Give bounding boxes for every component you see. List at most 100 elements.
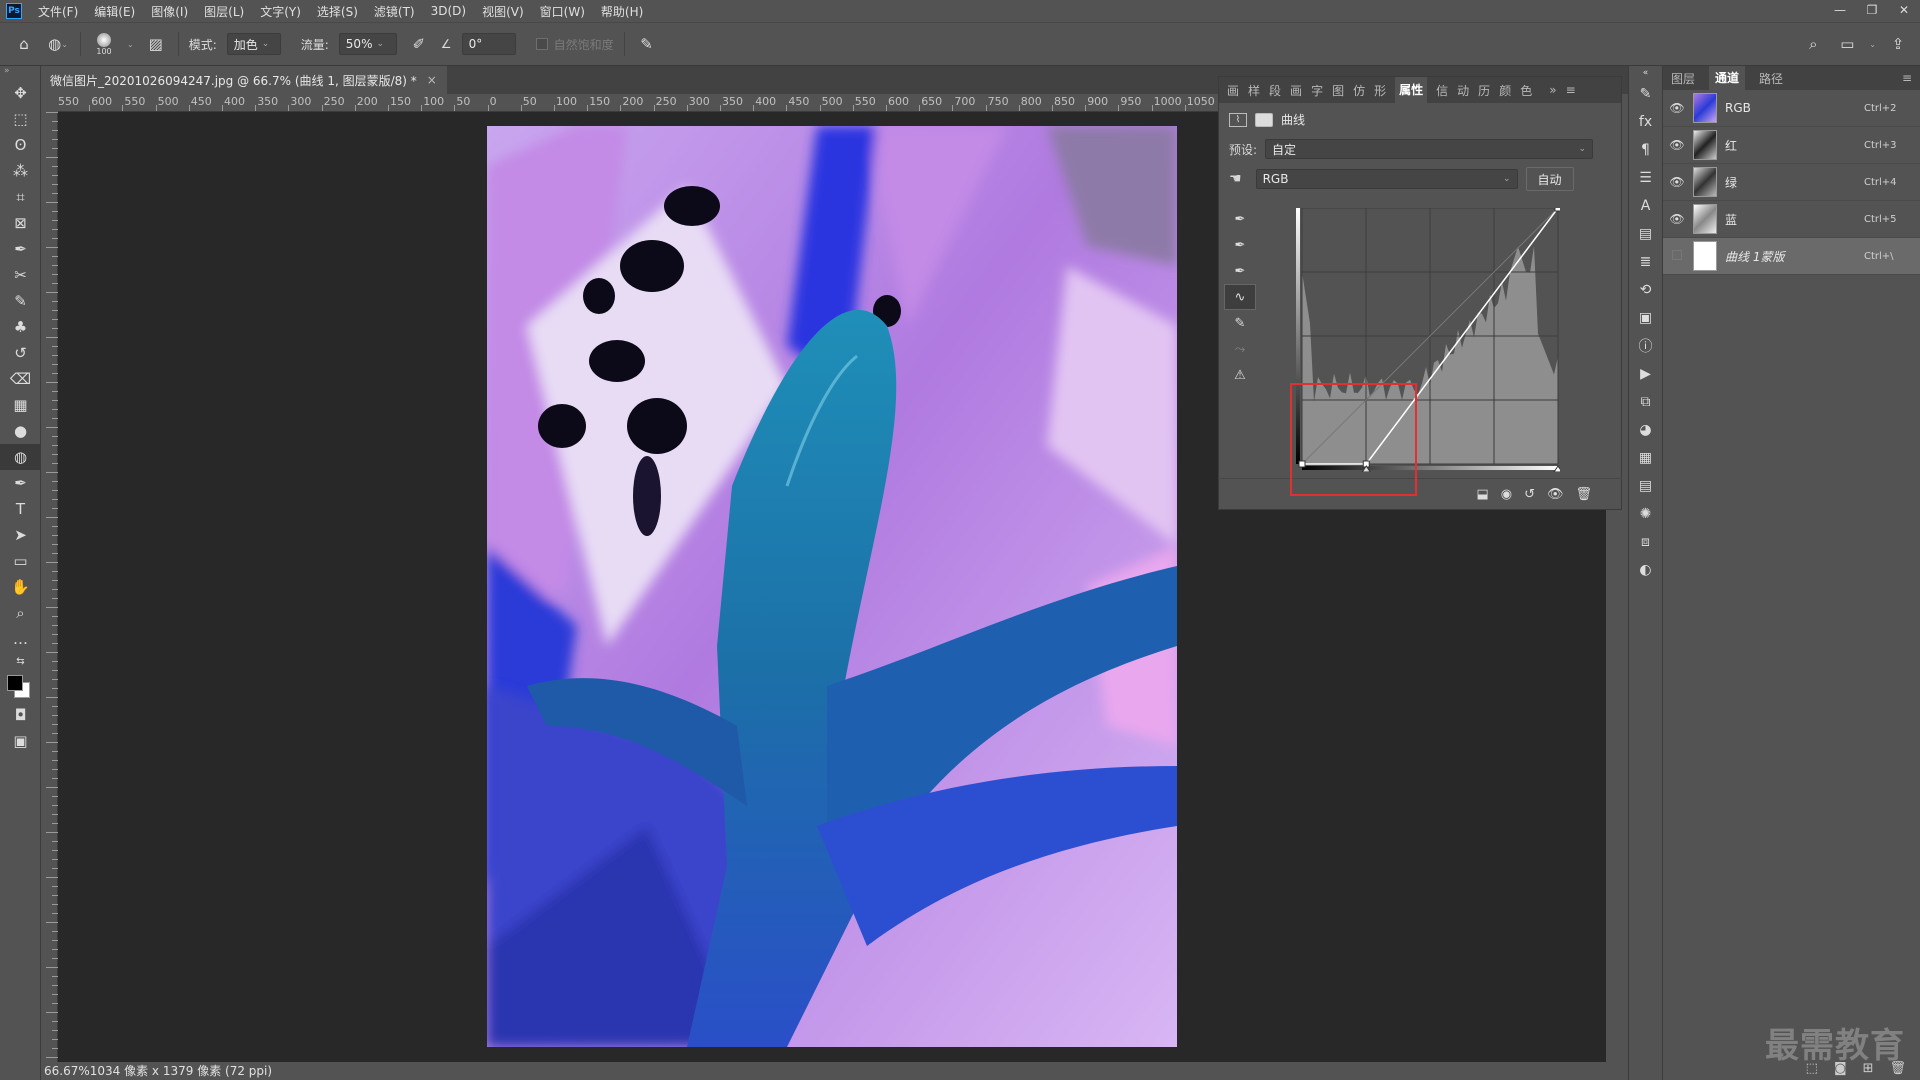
color-panel-icon[interactable]: ◕ bbox=[1629, 416, 1662, 444]
vibrance-checkbox[interactable]: 自然饱和度 bbox=[535, 36, 614, 53]
auto-button[interactable]: 自动 bbox=[1525, 167, 1574, 191]
flow-input[interactable]: 50% ⌄ bbox=[338, 33, 397, 55]
toggle-visibility-icon[interactable]: 👁 bbox=[1547, 487, 1564, 502]
gray-point-eyedropper-icon[interactable]: ✒ bbox=[1224, 232, 1256, 258]
edit-points-curve-icon[interactable]: ∿ bbox=[1224, 284, 1256, 310]
pen-tool-icon[interactable]: ✒ bbox=[0, 470, 41, 496]
path-select-tool-icon[interactable]: ➤ bbox=[0, 522, 41, 548]
panel-tab-styles[interactable]: 样 bbox=[1248, 82, 1260, 99]
minimize-button[interactable]: — bbox=[1824, 0, 1856, 22]
preset-select[interactable]: 自定 ⌄ bbox=[1265, 139, 1594, 159]
mode-select[interactable]: 加色 ⌄ bbox=[226, 33, 281, 55]
black-point-eyedropper-icon[interactable]: ✒ bbox=[1224, 206, 1256, 232]
clipping-warning-icon[interactable]: ⚠ bbox=[1224, 362, 1256, 388]
frame-tool-icon[interactable]: ⊠ bbox=[0, 210, 41, 236]
color-swatches[interactable] bbox=[0, 670, 40, 702]
crop-tool-icon[interactable]: ⌗ bbox=[0, 184, 41, 210]
home-icon[interactable]: ⌂ bbox=[12, 32, 36, 56]
menu-select[interactable]: 选择(S) bbox=[309, 3, 366, 20]
panel-menu-icon[interactable]: ≡ bbox=[1566, 83, 1576, 97]
menu-view[interactable]: 视图(V) bbox=[474, 3, 532, 20]
brush-settings-icon[interactable]: ▨ bbox=[144, 32, 168, 56]
healing-tool-icon[interactable]: ✂ bbox=[0, 262, 41, 288]
panel-tab-info[interactable]: 信 bbox=[1436, 82, 1448, 99]
menu-edit[interactable]: 编辑(E) bbox=[86, 3, 143, 20]
history-panel-icon[interactable]: ⧉ bbox=[1629, 388, 1662, 416]
panel-tab-character[interactable]: 字 bbox=[1311, 82, 1323, 99]
brush-size-picker[interactable]: 100 bbox=[91, 32, 117, 56]
zoom-tool-icon[interactable]: ⌕ bbox=[0, 600, 41, 626]
vertical-ruler[interactable] bbox=[42, 112, 58, 1062]
draw-curve-pencil-icon[interactable]: ✎ bbox=[1224, 310, 1256, 336]
panel-tab-brush[interactable]: 画 bbox=[1227, 82, 1239, 99]
styles-panel-icon[interactable]: ≣ bbox=[1629, 248, 1662, 276]
pressure-icon[interactable]: ✎ bbox=[635, 32, 659, 56]
character-panel-icon[interactable]: A bbox=[1629, 192, 1662, 220]
stamp-tool-icon[interactable]: ♣ bbox=[0, 314, 41, 340]
target-adjust-hand-icon[interactable]: ☚ bbox=[1229, 171, 1242, 187]
menu-file[interactable]: 文件(F) bbox=[30, 3, 86, 20]
type-tool-icon[interactable]: T bbox=[0, 496, 41, 522]
delete-icon[interactable]: 🗑 bbox=[1575, 487, 1592, 502]
panel-tab-clone[interactable]: 仿 bbox=[1353, 82, 1365, 99]
foreground-color-swatch[interactable] bbox=[7, 675, 23, 691]
panel-collapse-icon[interactable]: » bbox=[0, 66, 40, 80]
channel-row-blue[interactable]: 👁 蓝 Ctrl+5 bbox=[1663, 201, 1920, 238]
document-image[interactable] bbox=[487, 126, 1177, 1047]
sponge-tool-icon[interactable]: ◍ bbox=[0, 444, 41, 470]
chevron-down-icon[interactable]: ⌄ bbox=[1869, 40, 1876, 49]
properties-panel-icon[interactable]: ▣ bbox=[1629, 304, 1662, 332]
quick-mask-icon[interactable]: ◘ bbox=[0, 702, 41, 728]
swatches-grid-icon[interactable]: ▦ bbox=[1629, 444, 1662, 472]
view-previous-state-icon[interactable]: ◉ bbox=[1501, 487, 1512, 502]
tab-layers[interactable]: 图层 bbox=[1671, 70, 1695, 87]
panel-tab-shapes[interactable]: 形 bbox=[1374, 82, 1386, 99]
sun-panel-icon[interactable]: ✺ bbox=[1629, 500, 1662, 528]
swatch-panel-icon[interactable]: ▤ bbox=[1629, 220, 1662, 248]
rectangle-tool-icon[interactable]: ▭ bbox=[0, 548, 41, 574]
tab-paths[interactable]: 路径 bbox=[1759, 70, 1783, 87]
sponge-tool-preset-icon[interactable]: ◍ ⌄ bbox=[46, 32, 70, 56]
menu-filter[interactable]: 滤镜(T) bbox=[366, 3, 423, 20]
clone-panel-icon[interactable]: ⟲ bbox=[1629, 276, 1662, 304]
eye-icon[interactable]: 👁 bbox=[1669, 212, 1685, 226]
panel-tab-properties[interactable]: 属性 bbox=[1395, 77, 1428, 103]
menu-type[interactable]: 文字(Y) bbox=[252, 3, 309, 20]
quick-select-tool-icon[interactable]: ⁂ bbox=[0, 158, 41, 184]
smooth-curve-icon[interactable]: ⤳ bbox=[1224, 336, 1256, 362]
close-window-button[interactable]: ✕ bbox=[1888, 0, 1920, 22]
hand-tool-icon[interactable]: ✋ bbox=[0, 574, 41, 600]
panel-tab-swatches[interactable]: 色 bbox=[1520, 82, 1532, 99]
fx-panel-icon[interactable]: fx bbox=[1629, 108, 1662, 136]
document-tab[interactable]: 微信图片_20201026094247.jpg @ 66.7% (曲线 1, 图… bbox=[42, 66, 447, 94]
restore-button[interactable]: ❐ bbox=[1856, 0, 1888, 22]
screen-mode-icon[interactable]: ▣ bbox=[0, 728, 41, 754]
actions-panel-icon[interactable]: ▶ bbox=[1629, 360, 1662, 388]
notes-panel-icon[interactable]: ▤ bbox=[1629, 472, 1662, 500]
more-tools-icon[interactable]: … bbox=[0, 626, 41, 652]
menu-3d[interactable]: 3D(D) bbox=[423, 4, 474, 18]
menu-image[interactable]: 图像(I) bbox=[143, 3, 196, 20]
panel-tab-paragraph[interactable]: 段 bbox=[1269, 82, 1281, 99]
panel-tab-color[interactable]: 颜 bbox=[1499, 82, 1511, 99]
lasso-tool-icon[interactable]: ʘ bbox=[0, 132, 41, 158]
marquee-tool-icon[interactable]: ⬚ bbox=[0, 106, 41, 132]
share-icon[interactable]: ⇪ bbox=[1886, 32, 1910, 56]
swap-colors-icon[interactable]: ⇆ bbox=[0, 652, 41, 670]
move-tool-icon[interactable]: ✥ bbox=[0, 80, 41, 106]
panel-menu-icon[interactable]: ≡ bbox=[1902, 71, 1912, 85]
eyedropper-tool-icon[interactable]: ✒ bbox=[0, 236, 41, 262]
menu-layer[interactable]: 图层(L) bbox=[196, 3, 252, 20]
channel-row-green[interactable]: 👁 绿 Ctrl+4 bbox=[1663, 164, 1920, 201]
angle-input[interactable]: 0° bbox=[461, 33, 516, 55]
reset-icon[interactable]: ↺ bbox=[1524, 487, 1535, 502]
paragraph-panel-icon[interactable]: ¶ bbox=[1629, 136, 1662, 164]
workspace-icon[interactable]: ▭ bbox=[1835, 32, 1859, 56]
channel-row-red[interactable]: 👁 红 Ctrl+3 bbox=[1663, 127, 1920, 164]
history-brush-tool-icon[interactable]: ↺ bbox=[0, 340, 41, 366]
curves-adjustment-icon[interactable]: ⌇ bbox=[1229, 112, 1247, 127]
panel-tab-history[interactable]: 历 bbox=[1478, 82, 1490, 99]
channel-row-rgb[interactable]: 👁 RGB Ctrl+2 bbox=[1663, 90, 1920, 127]
blur-tool-icon[interactable]: ● bbox=[0, 418, 41, 444]
chevron-down-icon[interactable]: ⌄ bbox=[127, 40, 134, 49]
